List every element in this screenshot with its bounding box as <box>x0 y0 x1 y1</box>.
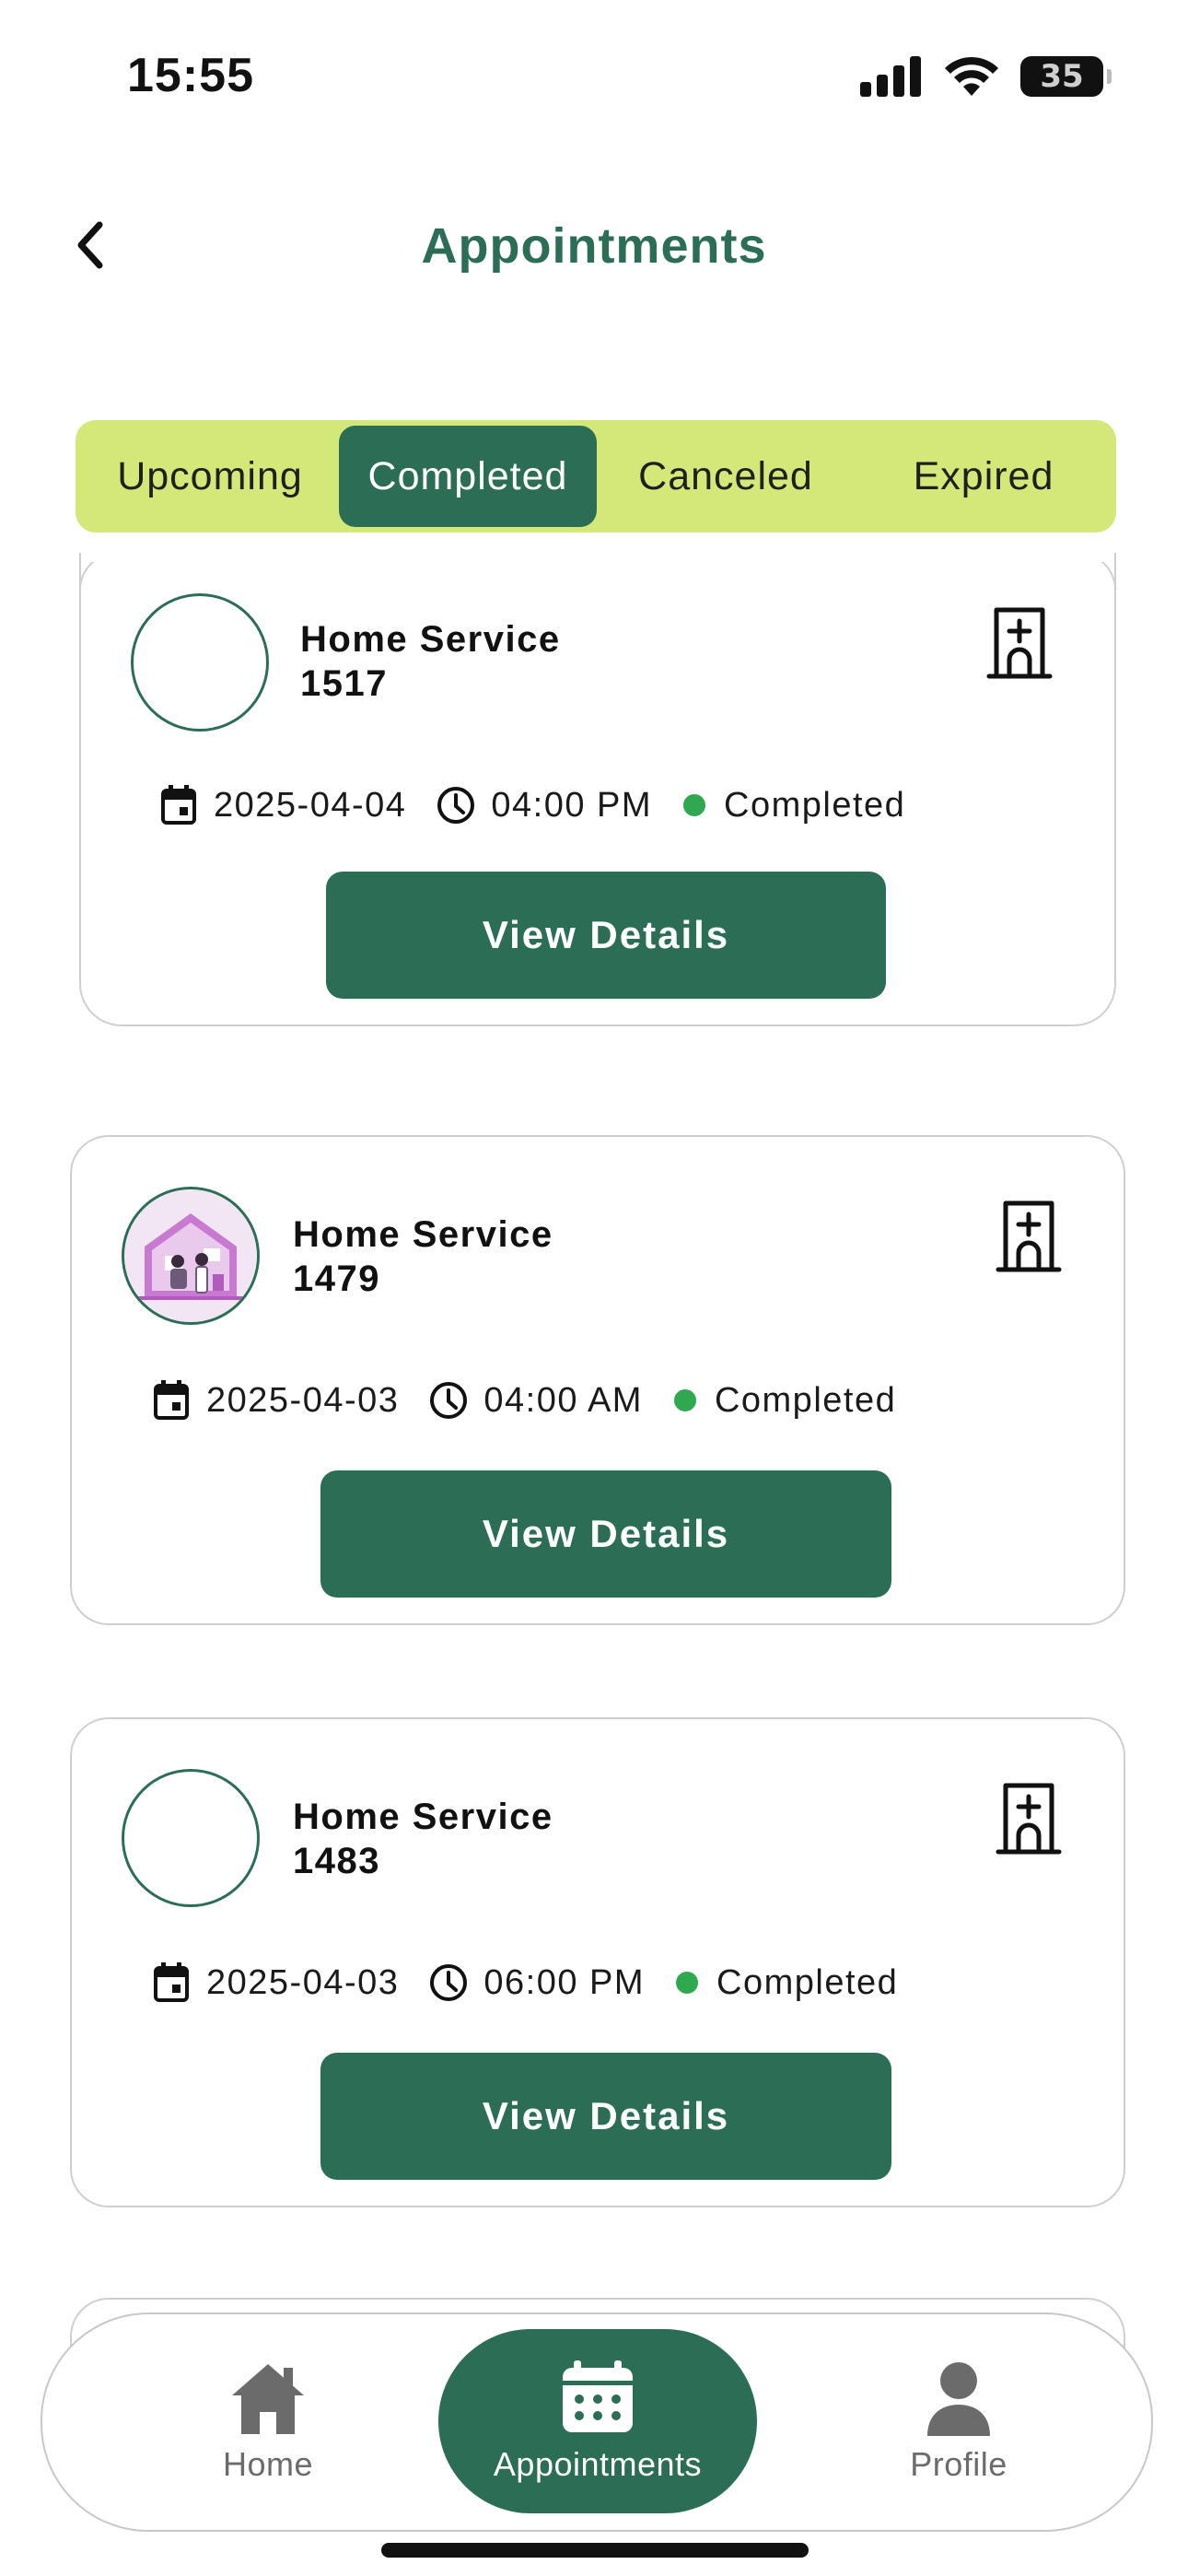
status-dot <box>673 1389 696 1411</box>
view-details-button[interactable]: View Details <box>320 2053 891 2180</box>
wifi-icon <box>945 56 998 96</box>
home-service-illustration <box>124 1189 257 1322</box>
service-title: Home Service 1479 <box>293 1212 553 1301</box>
status-badge: Completed <box>716 1962 899 2002</box>
tab-expired[interactable]: Expired <box>855 426 1112 527</box>
service-id: 1483 <box>293 1841 380 1881</box>
appointment-meta: 2025-04-04 04:00 PM Completed <box>158 785 905 825</box>
signal-icon <box>860 56 921 97</box>
service-name: Home Service <box>293 1797 553 1837</box>
calendar-icon <box>151 1962 192 2003</box>
appointment-date: 2025-04-04 <box>214 785 407 825</box>
bottom-nav: Home Appointments Profile <box>41 2313 1153 2532</box>
tab-bar: Upcoming Completed Canceled Expired <box>76 420 1116 533</box>
status-dot <box>676 1972 699 1994</box>
clock-icon <box>436 785 476 825</box>
calendar-icon <box>151 1380 192 1421</box>
user-icon <box>927 2362 990 2436</box>
nav-home[interactable]: Home <box>144 2314 392 2530</box>
battery-percentage: 35 <box>1040 58 1084 95</box>
status-dot <box>683 794 706 816</box>
appointment-date: 2025-04-03 <box>206 1962 400 2002</box>
clock-icon <box>428 1962 469 2003</box>
nav-home-label: Home <box>222 2445 314 2483</box>
page-title: Appointments <box>421 218 767 274</box>
avatar <box>122 1769 260 1907</box>
appointment-time: 04:00 PM <box>491 785 653 825</box>
hospital-icon <box>996 1200 1062 1272</box>
calendar-icon <box>563 2360 633 2432</box>
calendar-icon <box>158 785 199 825</box>
service-name: Home Service <box>300 619 561 660</box>
status-time: 15:55 <box>127 49 254 102</box>
nav-profile-label: Profile <box>910 2445 1007 2483</box>
nav-appointments-label: Appointments <box>493 2445 703 2483</box>
appointment-time: 06:00 PM <box>483 1962 646 2002</box>
view-details-button[interactable]: View Details <box>326 872 886 999</box>
status-bar: 15:55 35 <box>0 0 1188 157</box>
service-name: Home Service <box>293 1214 553 1255</box>
battery-icon: 35 <box>1020 56 1112 97</box>
status-badge: Completed <box>724 785 906 825</box>
status-badge: Completed <box>714 1380 897 1420</box>
service-title: Home Service 1517 <box>300 617 561 706</box>
appointment-meta: 2025-04-03 04:00 AM Completed <box>151 1380 896 1421</box>
clock-icon <box>428 1380 469 1421</box>
hospital-icon <box>986 607 1053 679</box>
tab-canceled[interactable]: Canceled <box>597 426 855 527</box>
appointment-card: Home Service 1517 2025-04-04 04:00 PM Co… <box>79 553 1116 1026</box>
view-details-button[interactable]: View Details <box>320 1470 891 1598</box>
appointment-card: Home Service 1483 2025-04-03 06:00 PM Co… <box>70 1717 1125 2207</box>
service-image <box>122 1187 260 1325</box>
hospital-icon <box>996 1783 1062 1855</box>
home-indicator <box>381 2543 809 2558</box>
tab-upcoming[interactable]: Upcoming <box>81 426 339 527</box>
appointment-date: 2025-04-03 <box>206 1380 400 1420</box>
home-icon <box>232 2364 304 2434</box>
avatar <box>131 593 269 732</box>
appointment-time: 04:00 AM <box>483 1380 643 1420</box>
nav-profile[interactable]: Profile <box>834 2314 1083 2530</box>
tab-completed[interactable]: Completed <box>339 426 597 527</box>
nav-appointments[interactable]: Appointments <box>438 2329 757 2513</box>
status-icons: 35 <box>860 55 1112 98</box>
service-id: 1479 <box>293 1259 380 1299</box>
service-title: Home Service 1483 <box>293 1795 553 1883</box>
appointment-meta: 2025-04-03 06:00 PM Completed <box>151 1962 898 2003</box>
appointment-card: Home Service 1479 2025-04-03 04:00 AM Co… <box>70 1135 1125 1625</box>
service-id: 1517 <box>300 663 388 704</box>
